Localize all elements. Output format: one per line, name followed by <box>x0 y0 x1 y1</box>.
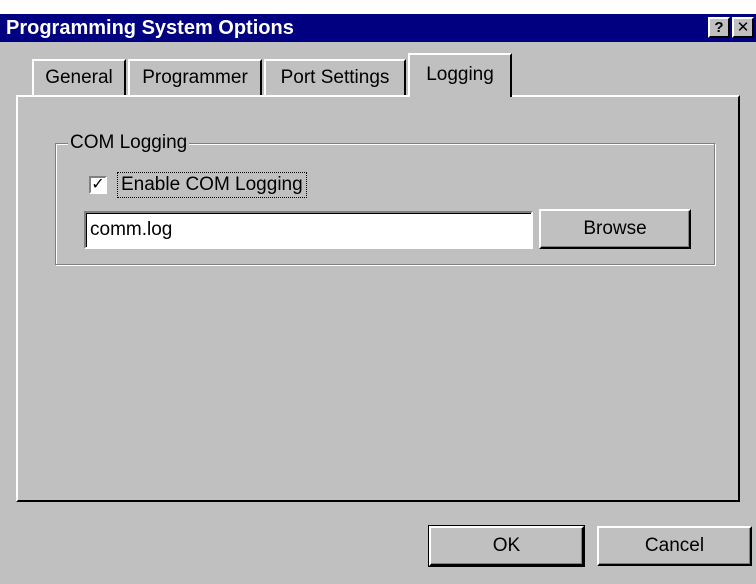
log-file-input[interactable] <box>84 211 533 249</box>
help-icon: ? <box>714 19 724 36</box>
window-title: Programming System Options <box>6 17 294 39</box>
groupbox-label: COM Logging <box>68 132 190 154</box>
tab-port-settings[interactable]: Port Settings <box>264 59 406 95</box>
page: Programming System Options ? ✕ General P… <box>0 0 756 584</box>
tab-programmer[interactable]: Programmer <box>128 59 262 95</box>
cancel-button[interactable]: Cancel <box>597 526 752 566</box>
tab-logging[interactable]: Logging <box>408 53 512 97</box>
enable-com-logging-label[interactable]: Enable COM Logging <box>117 172 307 198</box>
close-icon: ✕ <box>736 19 750 36</box>
help-button[interactable]: ? <box>708 17 730 38</box>
close-button[interactable]: ✕ <box>732 17 754 38</box>
checkmark-icon: ✓ <box>91 176 105 193</box>
title-bar[interactable]: Programming System Options ? ✕ <box>0 14 756 42</box>
browse-button[interactable]: Browse <box>539 209 691 249</box>
ok-button[interactable]: OK <box>429 526 584 566</box>
enable-com-logging-checkbox[interactable]: ✓ <box>89 176 107 194</box>
tab-general[interactable]: General <box>32 59 126 95</box>
